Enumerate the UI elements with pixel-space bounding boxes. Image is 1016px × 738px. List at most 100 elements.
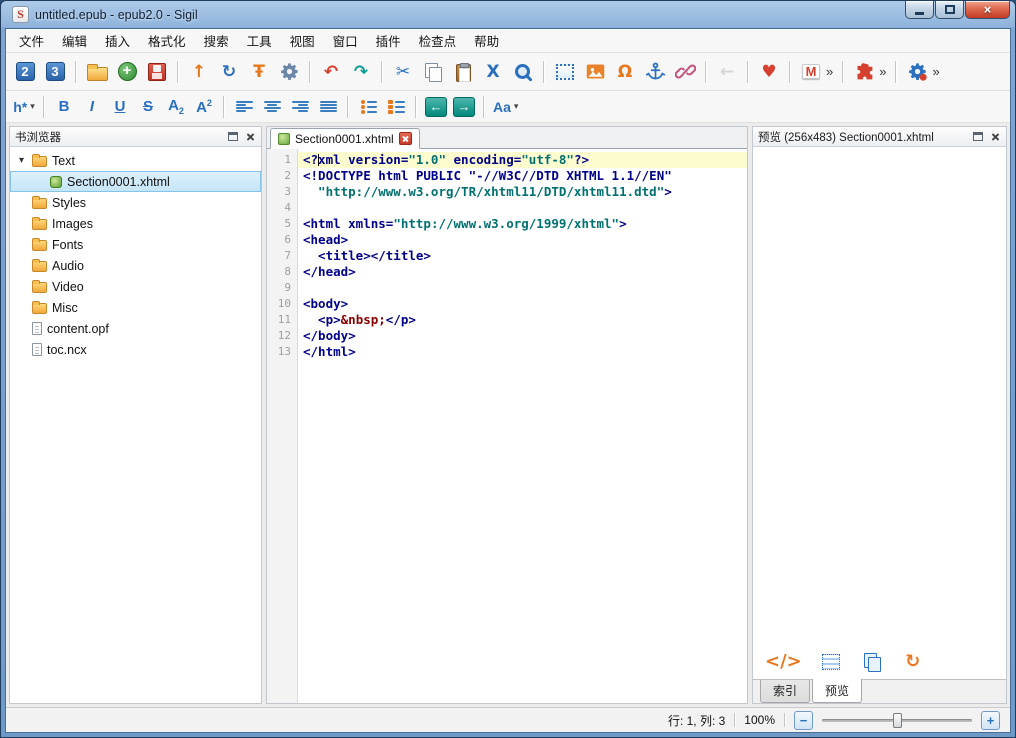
- code-line[interactable]: 4: [267, 200, 747, 216]
- insert-file-button[interactable]: Ŧ: [245, 58, 273, 86]
- tree-item-Section0001.xhtml[interactable]: Section0001.xhtml: [10, 171, 261, 192]
- menu-工具[interactable]: 工具: [238, 28, 281, 53]
- overflow-chevron[interactable]: »: [879, 64, 886, 79]
- code-line[interactable]: 12</body>: [267, 328, 747, 344]
- settings-button[interactable]: [275, 58, 303, 86]
- code-view-button[interactable]: </>: [763, 648, 804, 676]
- refresh-preview-button[interactable]: ↻: [899, 648, 927, 676]
- find-button[interactable]: [509, 58, 537, 86]
- strikethrough-button[interactable]: S: [135, 94, 161, 119]
- reload-view-button[interactable]: ↻: [215, 58, 243, 86]
- menu-视图[interactable]: 视图: [281, 28, 324, 53]
- tree-item-Images[interactable]: Images: [10, 213, 261, 234]
- outdent-button[interactable]: ←: [423, 94, 449, 119]
- float-panel-icon[interactable]: [973, 132, 983, 141]
- menu-编辑[interactable]: 编辑: [53, 28, 96, 53]
- redo-button[interactable]: ↷: [347, 58, 375, 86]
- paste-button[interactable]: [449, 58, 477, 86]
- epub2-version-button[interactable]: 2: [11, 58, 39, 86]
- split-view-button[interactable]: [551, 58, 579, 86]
- close-panel-icon[interactable]: [990, 131, 1001, 142]
- overflow-chevron[interactable]: »: [932, 64, 939, 79]
- menu-文件[interactable]: 文件: [10, 28, 53, 53]
- italic-button[interactable]: I: [79, 94, 105, 119]
- align-left-button[interactable]: [231, 94, 257, 119]
- copy-button[interactable]: [419, 58, 447, 86]
- menu-帮助[interactable]: 帮助: [465, 28, 508, 53]
- epub3-version-button[interactable]: 3: [41, 58, 69, 86]
- code-line[interactable]: 13</html>: [267, 344, 747, 360]
- superscript-button[interactable]: A2: [191, 94, 217, 119]
- overflow-chevron[interactable]: »: [826, 64, 833, 79]
- code-line[interactable]: 2<!DOCTYPE html PUBLIC "-//W3C//DTD XHTM…: [267, 168, 747, 184]
- zoom-slider-handle[interactable]: [893, 713, 902, 728]
- menu-插件[interactable]: 插件: [367, 28, 410, 53]
- code-line[interactable]: 6<head>: [267, 232, 747, 248]
- tree-item-content.opf[interactable]: content.opf: [10, 318, 261, 339]
- add-existing-files-button[interactable]: ↑: [185, 58, 213, 86]
- cut-button[interactable]: ✂: [389, 58, 417, 86]
- insert-anchor-button[interactable]: [641, 58, 669, 86]
- donate-heart-button[interactable]: ♥: [755, 58, 783, 86]
- code-line[interactable]: 7 <title></title>: [267, 248, 747, 264]
- maximize-button[interactable]: [935, 1, 964, 19]
- menu-格式化[interactable]: 格式化: [139, 28, 195, 53]
- index-list-button[interactable]: [817, 648, 845, 676]
- preview-tab-预览[interactable]: 预览: [812, 679, 862, 703]
- tree-item-Styles[interactable]: Styles: [10, 192, 261, 213]
- tree-item-Fonts[interactable]: Fonts: [10, 234, 261, 255]
- code-editor[interactable]: 1<?xml version="1.0" encoding="utf-8"?>2…: [267, 149, 747, 703]
- code-line[interactable]: 8</head>: [267, 264, 747, 280]
- insert-special-character-button[interactable]: Ω: [611, 58, 639, 86]
- expander-icon[interactable]: ▾: [16, 150, 27, 171]
- code-line[interactable]: 5<html xmlns="http://www.w3.org/1999/xht…: [267, 216, 747, 232]
- menu-搜索[interactable]: 搜索: [195, 28, 238, 53]
- tree-item-Misc[interactable]: Misc: [10, 297, 261, 318]
- heading-style-button[interactable]: h*▾: [11, 94, 37, 119]
- menu-检查点[interactable]: 检查点: [410, 28, 466, 53]
- menu-插入[interactable]: 插入: [96, 28, 139, 53]
- new-file-button[interactable]: +: [113, 58, 141, 86]
- insert-link-button[interactable]: [671, 58, 699, 86]
- align-right-button[interactable]: [287, 94, 313, 119]
- plugins-button[interactable]: [850, 58, 878, 86]
- zoom-slider[interactable]: [822, 711, 972, 729]
- numbered-list-button[interactable]: [383, 94, 409, 119]
- subscript-button[interactable]: A2: [163, 94, 189, 119]
- code-line[interactable]: 11 <p>&nbsp;</p>: [267, 312, 747, 328]
- indent-button[interactable]: →: [451, 94, 477, 119]
- close-button[interactable]: ×: [965, 1, 1010, 19]
- bullet-list-button[interactable]: [355, 94, 381, 119]
- tree-item-toc.ncx[interactable]: toc.ncx: [10, 339, 261, 360]
- preview-tab-索引[interactable]: 索引: [760, 680, 810, 703]
- underline-button[interactable]: U: [107, 94, 133, 119]
- tree-item-Text[interactable]: ▾Text: [10, 150, 261, 171]
- tree-item-Video[interactable]: Video: [10, 276, 261, 297]
- tree-item-Audio[interactable]: Audio: [10, 255, 261, 276]
- save-file-button[interactable]: [143, 58, 171, 86]
- minimize-button[interactable]: [905, 1, 934, 19]
- code-line[interactable]: 3 "http://www.w3.org/TR/xhtml11/DTD/xhtm…: [267, 184, 747, 200]
- close-panel-icon[interactable]: [245, 131, 256, 142]
- bold-button[interactable]: B: [51, 94, 77, 119]
- zoom-out-button[interactable]: −: [794, 711, 813, 730]
- float-panel-icon[interactable]: [228, 132, 238, 141]
- code-line[interactable]: 9: [267, 280, 747, 296]
- zoom-in-button[interactable]: +: [981, 711, 1000, 730]
- menu-窗口[interactable]: 窗口: [324, 28, 367, 53]
- close-tab-icon[interactable]: [399, 132, 412, 145]
- manage-plugins-button[interactable]: [903, 58, 931, 86]
- tab-section0001[interactable]: Section0001.xhtml: [270, 128, 420, 149]
- delete-button[interactable]: X: [479, 58, 507, 86]
- insert-image-button[interactable]: [581, 58, 609, 86]
- open-file-button[interactable]: [83, 58, 111, 86]
- change-case-button[interactable]: Aa▾: [491, 94, 520, 119]
- copy-html-button[interactable]: [858, 648, 886, 676]
- code-line[interactable]: 1<?xml version="1.0" encoding="utf-8"?>: [267, 152, 747, 168]
- code-line[interactable]: 10<body>: [267, 296, 747, 312]
- undo-button[interactable]: ↶: [317, 58, 345, 86]
- mail-button[interactable]: M: [797, 58, 825, 86]
- align-center-button[interactable]: [259, 94, 285, 119]
- align-justify-button[interactable]: [315, 94, 341, 119]
- title-bar[interactable]: S untitled.epub - epub2.0 - Sigil ×: [5, 1, 1011, 28]
